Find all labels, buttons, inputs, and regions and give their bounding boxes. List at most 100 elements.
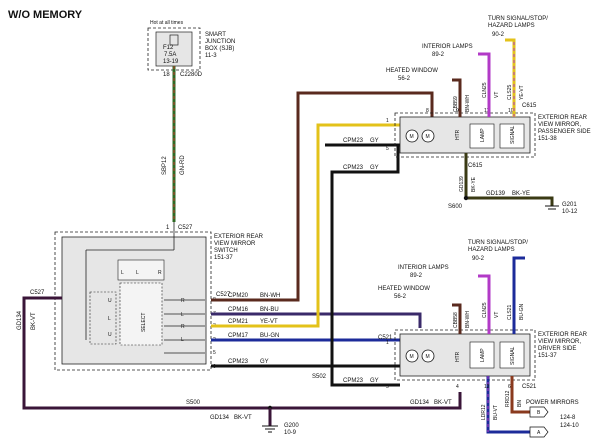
pass-interior-ref: 89-2 xyxy=(432,52,445,58)
diagram-title: W/O MEMORY xyxy=(8,9,83,21)
gy-label-top: GY xyxy=(370,138,379,144)
pass-heated-ref: 56-2 xyxy=(398,76,411,82)
drv-motor-2-label: M xyxy=(426,354,430,360)
s500-label: S500 xyxy=(186,400,201,406)
drv-turn-1: TURN SIGNAL/STOP/ xyxy=(468,240,528,246)
pass-conn: C615 xyxy=(522,103,537,109)
pass-turn-1: TURN SIGNAL/STOP/ xyxy=(488,16,548,22)
pass-motor-2-label: M xyxy=(426,134,430,140)
switch-u1: U xyxy=(108,298,112,304)
drv-lamp: LAMP xyxy=(480,348,486,362)
gy-label-low: GY xyxy=(260,359,269,365)
select-label: SELECT xyxy=(141,313,147,332)
drv-name-1: EXTERIOR REAR xyxy=(538,332,588,338)
switch-ref: 151-37 xyxy=(214,255,233,261)
bk-vt-right: BK-VT xyxy=(434,400,452,406)
drv-heated: HEATED WINDOW xyxy=(378,286,430,292)
sjb-amp: 7.5A xyxy=(164,52,176,58)
cpm23-label-bottom: CPM23 xyxy=(343,378,364,384)
g200-ref: 10-9 xyxy=(284,430,297,436)
switch-r3: R xyxy=(181,324,185,330)
pass-pin-1: 1 xyxy=(386,118,389,124)
cpm23-label-low: CPM23 xyxy=(228,359,249,365)
sjb-fuse: F12 xyxy=(163,45,174,51)
bu-gn2-label: BU-GN xyxy=(519,304,525,321)
gd134-label-left: GD134 xyxy=(17,310,23,330)
sw-pin-5: 5 xyxy=(213,350,216,356)
ye-vt-label: YE-VT xyxy=(260,319,278,325)
bn-label: BN xyxy=(517,400,523,407)
ldr12-label: LDR12 xyxy=(481,404,487,420)
s502-label: S502 xyxy=(312,374,327,380)
switch-name-3: SWITCH xyxy=(214,248,238,254)
drv-ref: 151-37 xyxy=(538,353,557,359)
cpm23-label-top: CPM23 xyxy=(343,138,364,144)
sjb-name-3: BOX (SJB) xyxy=(205,46,234,52)
pass-conn-bottom: C615 xyxy=(468,163,483,169)
bn-wh-label: BN-WH xyxy=(260,293,280,299)
gd134-bottom: GD134 xyxy=(210,415,230,421)
drv-signal: SIGNAL xyxy=(510,346,516,365)
power-mirrors-ref-1: 124-8 xyxy=(560,415,576,421)
vt-label: VT xyxy=(494,92,500,98)
drv-conn-bottom: C521 xyxy=(522,384,537,390)
gy-label-mid: GY xyxy=(370,165,379,171)
switch-d1: U xyxy=(108,332,112,338)
wire-cls21 xyxy=(512,256,525,334)
gd139-label-v: GD139 xyxy=(459,176,465,192)
cln25-drv-label: CLN25 xyxy=(482,302,488,318)
pass-lamp: LAMP xyxy=(480,128,486,142)
cls25-label: CLS25 xyxy=(507,84,513,100)
g201-ref: 10-12 xyxy=(562,209,578,215)
switch-r2: R xyxy=(181,298,185,304)
switch-name-2: VIEW MIRROR xyxy=(214,241,256,247)
pass-pin-5: 5 xyxy=(386,146,389,152)
gy-label-bottom: GY xyxy=(370,378,379,384)
sjb-pin: 18 xyxy=(163,72,170,78)
pass-htr: HTR xyxy=(455,129,461,140)
pass-signal: SIGNAL xyxy=(510,125,516,144)
sjb-conn: C2280D xyxy=(180,72,203,78)
drv-turn-ref: 90-2 xyxy=(472,256,485,262)
switch-l3: L xyxy=(108,316,111,322)
wire-cpm23-passenger xyxy=(330,145,400,366)
drv-pin-6: 6 xyxy=(508,384,511,390)
power-mirrors-label: POWER MIRRORS xyxy=(526,400,579,406)
wire-cls25 xyxy=(505,38,516,117)
cpm23-label-mid: CPM23 xyxy=(343,165,364,171)
drv-name-2: VIEW MIRROR, xyxy=(538,339,581,345)
bn-wh2-label: BN-WH xyxy=(465,95,471,112)
bn-wh3-label: BN-WH xyxy=(465,311,471,328)
cpm17-label: CPM17 xyxy=(228,333,249,339)
pass-motor-1-label: M xyxy=(410,134,414,140)
cbb58-label: CBB58 xyxy=(453,312,459,328)
pass-name-3: PASSENGER SIDE xyxy=(538,129,591,135)
drv-pin-12: 12 xyxy=(484,384,490,390)
pass-turn-2: HAZARD LAMPS xyxy=(488,23,535,29)
switch-l2: L xyxy=(136,270,139,276)
cpm21-label: CPM21 xyxy=(228,319,249,325)
s600-splice xyxy=(463,195,469,201)
switch-r1: R xyxy=(158,270,162,276)
switch-l1: L xyxy=(121,270,124,276)
drv-htr: HTR xyxy=(455,351,461,362)
switch-conn-top: C527 xyxy=(178,225,193,231)
cpm16-label: CPM16 xyxy=(228,307,249,313)
sjb-fuse-ref: 13-19 xyxy=(163,59,179,65)
sjb-name-2: JUNCTION xyxy=(205,39,235,45)
cbb59-label: CBB59 xyxy=(453,96,459,112)
cls21-label: CLS21 xyxy=(507,304,513,320)
rrd12-label: RRD12 xyxy=(505,390,511,407)
drv-interior: INTERIOR LAMPS xyxy=(398,265,449,271)
cln25-label: CLN25 xyxy=(482,82,488,98)
sjb-ref: 11-3 xyxy=(205,53,217,59)
pass-turn-ref: 90-2 xyxy=(492,32,505,38)
switch-l4: L xyxy=(181,312,184,318)
switch-name-1: EXTERIOR REAR xyxy=(214,234,264,240)
bu-vt-label: BU-VT xyxy=(493,405,499,420)
sbp12-label: SBP12 xyxy=(162,156,168,175)
g201-label: G201 xyxy=(562,202,577,208)
bk-ye-label-v: BK-YE xyxy=(471,176,477,192)
gd139-label-h: GD139 xyxy=(486,191,506,197)
gn-rd-label: GN-RD xyxy=(180,155,186,175)
